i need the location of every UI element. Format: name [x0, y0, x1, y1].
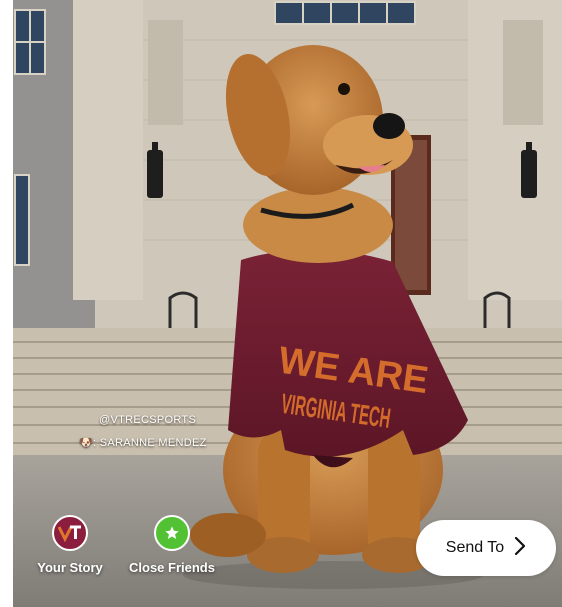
close-friends-label: Close Friends — [129, 560, 215, 575]
send-to-label: Send To — [445, 539, 505, 556]
credit-name: SARANNE MENDEZ — [99, 437, 207, 449]
your-story-label: Your Story — [37, 560, 103, 575]
credit-line: 🐶: SARANNE MENDEZ — [79, 437, 207, 449]
close-friends-button[interactable]: Close Friends — [122, 515, 222, 575]
credit-handle: @VTRECSPORTS — [99, 414, 197, 426]
paw-icon: 🐶 — [79, 437, 93, 449]
chevron-right-icon — [514, 536, 526, 561]
send-to-button[interactable]: Send To — [416, 520, 556, 576]
vt-logo-icon — [52, 515, 88, 551]
your-story-button[interactable]: Your Story — [30, 515, 110, 575]
star-icon — [154, 515, 190, 551]
